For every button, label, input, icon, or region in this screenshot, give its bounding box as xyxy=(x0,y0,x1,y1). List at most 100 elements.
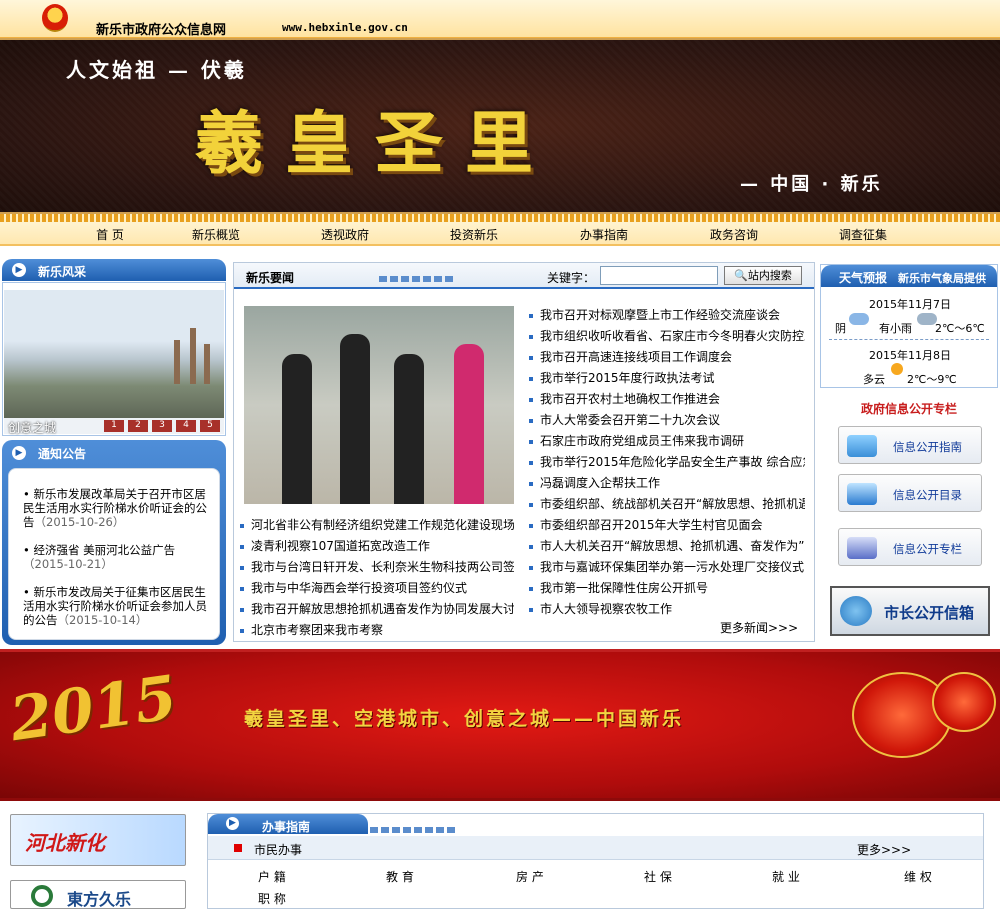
guide-cell[interactable]: 社 保 xyxy=(644,868,672,885)
guide-cell[interactable]: 房 产 xyxy=(516,868,544,885)
news-item[interactable]: 市委组织部、统战部机关召开“解放思想、抢抓机遇”大讨论会 xyxy=(529,495,805,512)
news-item[interactable]: 市人大机关召开“解放思想、抢抓机遇、奋发作为”大讨论会 xyxy=(529,537,805,554)
guide-cell[interactable]: 维 权 xyxy=(904,868,932,885)
news-item[interactable]: 我市举行2015年危险化学品安全生产事故 综合应急演练 xyxy=(529,453,805,470)
news-item[interactable]: 我市召开农村土地确权工作推进会 xyxy=(529,390,805,407)
info-column-button[interactable]: 信息公开专栏 xyxy=(838,528,982,566)
cloudy-icon xyxy=(849,313,869,325)
news-panel: 新乐要闻 关键字： 🔍站内搜索 河北省非公有制经济组织党建工作规范化建设现场会在… xyxy=(233,262,815,642)
news-item[interactable]: 石家庄市政府党组成员王伟来我市调研 xyxy=(529,432,805,449)
notice-item[interactable]: • 经济强省 美丽河北公益广告（2015-10-21） xyxy=(23,543,209,571)
site-search-button[interactable]: 🔍站内搜索 xyxy=(724,266,802,285)
slide-page-2[interactable]: 2 xyxy=(128,420,148,432)
promo-banner[interactable]: 2015 羲皇圣里、空港城市、创意之城——中国新乐 xyxy=(0,649,1000,801)
slideshow-caption: 创意之城 xyxy=(8,421,57,435)
site-name: 新乐市政府公众信息网 xyxy=(96,23,227,38)
slide-page-5[interactable]: 5 xyxy=(200,420,220,432)
more-news-link[interactable]: 更多新闻>>> xyxy=(720,619,798,636)
notice-item[interactable]: • 新乐市发展改革局关于召开市区居民生活用水实行阶梯水价听证会的公告（2015-… xyxy=(23,487,209,529)
scenery-photo[interactable] xyxy=(4,290,224,418)
news-item[interactable]: 我市与中华海西会举行投资项目签约仪式 xyxy=(240,579,514,596)
ad-hebei-xinhua[interactable]: 河北新化 xyxy=(10,814,186,866)
news-title: 新乐要闻 xyxy=(246,271,295,285)
scenery-header: ▶ 新乐风采 xyxy=(2,259,226,281)
national-emblem-icon xyxy=(42,4,68,32)
decorative-dots xyxy=(379,271,456,285)
notice-title: 通知公告 xyxy=(38,447,87,461)
slide-page-4[interactable]: 4 xyxy=(176,420,196,432)
nav-government[interactable]: 透视政府 xyxy=(305,226,385,243)
guide-cell[interactable]: 户 籍 xyxy=(258,868,286,885)
news-item[interactable]: 市委组织部召开2015年大学生村官见面会 xyxy=(529,516,805,533)
weather-title: 天气预报 xyxy=(839,271,888,285)
guide-category-row: 市民办事 更多>>> xyxy=(208,836,983,860)
news-item[interactable]: 冯磊调度入企帮扶工作 xyxy=(529,474,805,491)
news-item[interactable]: 我市召开解放思想抢抓机遇奋发作为协同发展大讨论动员会 xyxy=(240,600,514,617)
news-item[interactable]: 我市举行2015年度行政执法考试 xyxy=(529,369,805,386)
arrow-icon: ▶ xyxy=(12,446,26,460)
guide-header: ▶ 办事指南 xyxy=(208,814,368,834)
arrow-icon: ▶ xyxy=(12,263,26,277)
slide-page-3[interactable]: 3 xyxy=(152,420,172,432)
news-item[interactable]: 我市召开对标观摩暨上市工作经验交流座谈会 xyxy=(529,306,805,323)
nav-overview[interactable]: 新乐概览 xyxy=(176,226,256,243)
info-catalog-button[interactable]: 信息公开目录 xyxy=(838,474,982,512)
info-disclosure-title: 政府信息公开专栏 xyxy=(860,402,957,416)
nav-survey[interactable]: 调查征集 xyxy=(823,226,903,243)
news-item[interactable]: 北京市考察团来我市考察 xyxy=(240,621,514,638)
logo-icon xyxy=(31,885,53,907)
news-item[interactable]: 河北省非公有制经济组织党建工作规范化建设现场会在我市召开 xyxy=(240,516,514,533)
news-item[interactable]: 我市召开高速连接线项目工作调度会 xyxy=(529,348,805,365)
weather-cond-1a: 阴 xyxy=(835,322,846,335)
guide-category[interactable]: 市民办事 xyxy=(254,841,302,858)
guide-cell[interactable]: 就 业 xyxy=(772,868,800,885)
slide-page-1[interactable]: 1 xyxy=(104,420,124,432)
document-icon xyxy=(847,537,877,559)
ad-dongfang-jiule[interactable]: 東方久乐 xyxy=(10,880,186,909)
mayor-mailbox-button[interactable]: 市长公开信箱 xyxy=(830,586,990,636)
banner-footer: — 中国 · 新乐 xyxy=(740,174,883,195)
banner-subtitle: 人文始祖 — 伏羲 xyxy=(66,58,247,82)
weather-temp-1: 2℃～6℃ xyxy=(935,322,985,335)
site-header: 新乐市政府公众信息网 www.hebxinle.gov.cn xyxy=(0,0,1000,38)
guide-title: 办事指南 xyxy=(262,820,311,834)
news-item[interactable]: 市人大常委会召开第二十九次会议 xyxy=(529,411,805,428)
weather-provider: 新乐市气象局提供 xyxy=(898,272,986,285)
weather-temp-2: 2℃～9℃ xyxy=(907,373,957,386)
hero-banner: 人文始祖 — 伏羲 羲皇圣里 — 中国 · 新乐 xyxy=(0,38,1000,214)
folder-icon xyxy=(847,483,877,505)
promo-year: 2015 xyxy=(5,662,182,756)
nav-investment[interactable]: 投资新乐 xyxy=(434,226,514,243)
nav-guide[interactable]: 办事指南 xyxy=(564,226,644,243)
decorative-border xyxy=(0,214,1000,222)
news-item[interactable]: 凌青利视察107国道拓宽改造工作 xyxy=(240,537,514,554)
news-item[interactable]: 我市与嘉诚环保集团举办第一污水处理厂交接仪式 xyxy=(529,558,805,575)
magnifier-icon xyxy=(847,435,877,457)
scenery-title: 新乐风采 xyxy=(38,265,87,279)
notice-item[interactable]: • 新乐市发改局关于征集市区居民生活用水实行阶梯水价听证会参加人员的公告（201… xyxy=(23,585,209,627)
arrow-icon: ▶ xyxy=(226,817,239,830)
news-photo[interactable] xyxy=(244,306,514,504)
guide-cell[interactable]: 职 称 xyxy=(258,890,286,907)
weather-date-1: 2015年11月7日 xyxy=(869,298,951,311)
bullet-icon xyxy=(234,844,242,852)
slideshow-caption-bar: 创意之城 1 2 3 4 5 xyxy=(4,418,224,435)
keyword-label: 关键字： xyxy=(547,271,596,285)
nav-home[interactable]: 首 页 xyxy=(70,226,150,243)
partly-cloudy-icon xyxy=(891,363,903,375)
keyword-input[interactable] xyxy=(600,266,718,285)
news-item[interactable]: 我市组织收听收看省、石家庄市今冬明春火灾防控工作会议 xyxy=(529,327,805,344)
news-item[interactable]: 市人大领导视察农牧工作 xyxy=(529,600,805,617)
nav-consult[interactable]: 政务咨询 xyxy=(694,226,774,243)
weather-cond-2: 多云 xyxy=(863,373,885,386)
news-item[interactable]: 我市与台湾日轩开发、长利奈米生物科技两公司签约 xyxy=(240,558,514,575)
main-nav: 首 页 新乐概览 透视政府 投资新乐 办事指南 政务咨询 调查征集 xyxy=(0,222,1000,246)
site-url[interactable]: www.hebxinle.gov.cn xyxy=(282,21,408,34)
news-item[interactable]: 我市第一批保障性住房公开抓号 xyxy=(529,579,805,596)
info-guide-button[interactable]: 信息公开指南 xyxy=(838,426,982,464)
guide-cell[interactable]: 教 育 xyxy=(386,868,414,885)
promo-slogan: 羲皇圣里、空港城市、创意之城——中国新乐 xyxy=(244,708,685,730)
guide-more-link[interactable]: 更多>>> xyxy=(857,841,911,858)
search-icon: 🔍 xyxy=(734,269,748,282)
decorative-dots xyxy=(370,822,458,836)
